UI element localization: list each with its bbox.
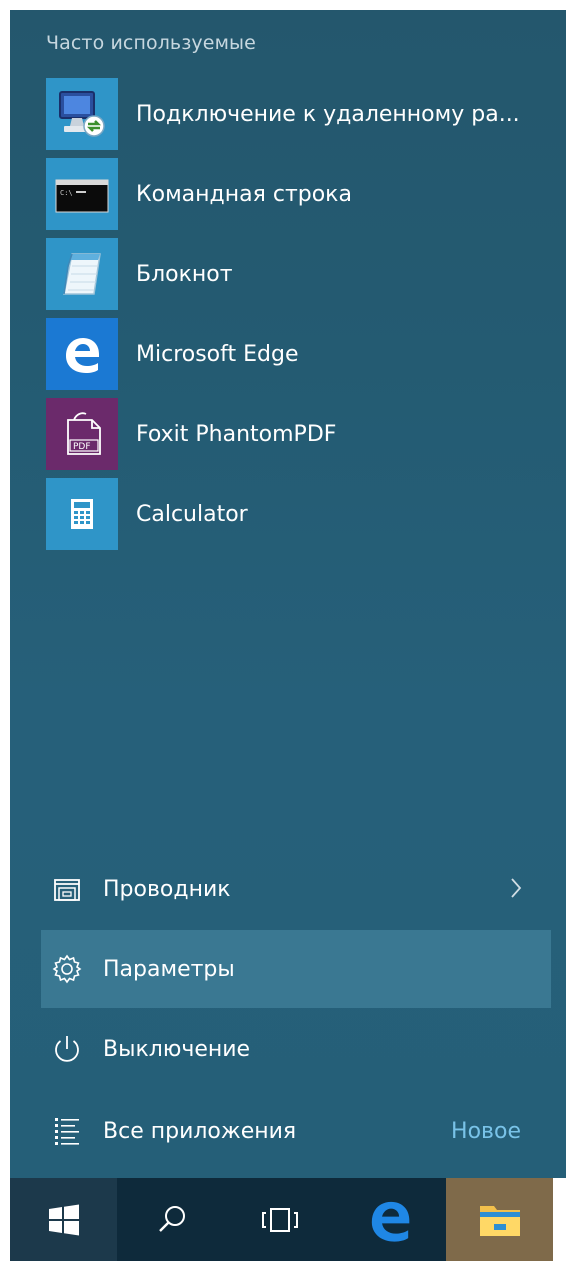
section-header-most-used: Часто используемые <box>46 32 256 54</box>
edge-icon <box>371 1201 409 1242</box>
windows-logo-icon <box>48 1204 79 1235</box>
power-icon <box>45 1027 89 1071</box>
app-label: Подключение к удаленному ра... <box>136 101 520 127</box>
search-icon <box>159 1205 185 1232</box>
file-explorer-icon <box>479 1205 520 1236</box>
settings-label: Параметры <box>103 956 235 982</box>
app-label: Блокнот <box>136 261 233 287</box>
file-explorer-icon <box>45 867 89 911</box>
search-button[interactable] <box>117 1178 227 1261</box>
start-menu: Часто используемые Подключение к удаленн… <box>10 10 566 1178</box>
app-item-remote-desktop[interactable]: Подключение к удаленному ра... <box>46 78 546 150</box>
chevron-right-icon[interactable] <box>509 876 523 904</box>
power-label: Выключение <box>103 1036 251 1062</box>
explorer-item[interactable]: Проводник <box>41 850 551 928</box>
calculator-icon <box>46 478 118 550</box>
taskbar-edge-button[interactable] <box>333 1178 446 1261</box>
app-item-command-prompt[interactable]: C:\ Командная строка <box>46 158 546 230</box>
explorer-label: Проводник <box>103 876 231 902</box>
notepad-icon <box>46 238 118 310</box>
app-label: Foxit PhantomPDF <box>136 421 337 447</box>
new-badge: Новое <box>451 1118 521 1144</box>
svg-text:C:\: C:\ <box>60 189 73 197</box>
taskbar <box>10 1178 553 1261</box>
app-item-foxit-phantompdf[interactable]: PDF Foxit PhantomPDF <box>46 398 546 470</box>
command-prompt-icon: C:\ <box>46 158 118 230</box>
taskbar-explorer-button[interactable] <box>446 1178 553 1261</box>
settings-item[interactable]: Параметры <box>41 930 551 1008</box>
svg-text:PDF: PDF <box>73 442 91 452</box>
app-label: Командная строка <box>136 181 352 207</box>
task-view-button[interactable] <box>227 1178 333 1261</box>
start-button[interactable] <box>10 1178 117 1261</box>
app-item-notepad[interactable]: Блокнот <box>46 238 546 310</box>
all-apps-label: Все приложения <box>103 1118 297 1144</box>
power-item[interactable]: Выключение <box>41 1010 551 1088</box>
app-label: Microsoft Edge <box>136 341 299 367</box>
app-label: Calculator <box>136 501 248 527</box>
all-apps-item[interactable]: Все приложения Новое <box>41 1092 551 1170</box>
app-item-calculator[interactable]: Calculator <box>46 478 546 550</box>
task-view-icon <box>262 1207 298 1232</box>
screen: Часто используемые Подключение к удаленн… <box>0 0 566 1261</box>
gear-icon <box>45 947 89 991</box>
list-icon <box>45 1109 89 1153</box>
remote-desktop-icon <box>46 78 118 150</box>
foxit-pdf-icon: PDF <box>46 398 118 470</box>
edge-icon <box>46 318 118 390</box>
app-item-microsoft-edge[interactable]: Microsoft Edge <box>46 318 546 390</box>
